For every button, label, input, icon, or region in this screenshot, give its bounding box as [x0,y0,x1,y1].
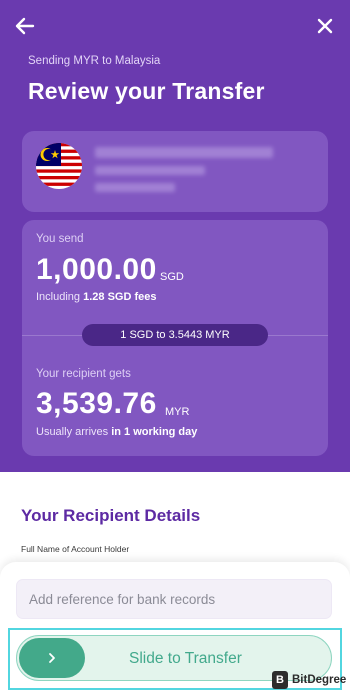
malaysia-flag-icon [36,143,82,189]
fees-value: 1.28 SGD fees [83,291,157,303]
bitdegree-text: BitDegree [292,674,347,686]
receive-amount: 3,539.76 [36,387,157,420]
bitdegree-logo: B [272,671,288,689]
slide-to-transfer-label: Slide to Transfer [129,650,242,667]
recipient-details-title: Your Recipient Details [21,506,201,525]
redacted-recipient-account [95,183,175,192]
chevron-right-icon [49,653,55,663]
arrival-info: Usually arrives in 1 working day [36,426,197,438]
redacted-recipient-name [95,147,273,158]
slider-knob[interactable] [19,638,85,678]
send-currency: SGD [160,271,184,283]
receive-currency: MYR [165,406,190,418]
fees-prefix: Including [36,291,81,303]
account-holder-label: Full Name of Account Holder [21,544,130,554]
amount-card: You send 1,000.00 SGD Including 1.28 SGD… [22,220,328,456]
exchange-rate-badge: 1 SGD to 3.5443 MYR [82,324,268,346]
reference-input[interactable] [16,579,332,619]
transfer-summary-header: Sending MYR to Malaysia Review your Tran… [0,0,350,472]
transfer-subtitle: Sending MYR to Malaysia [28,55,161,67]
redacted-recipient-bank [95,166,205,175]
arrival-prefix: Usually arrives [36,426,109,438]
send-label: You send [36,233,84,245]
arrival-value: in 1 working day [111,426,198,438]
send-amount: 1,000.00 [36,253,157,286]
bitdegree-watermark: B BitDegree [272,670,346,690]
page-title: Review your Transfer [28,78,265,104]
recipient-card[interactable] [22,131,328,212]
receive-label: Your recipient gets [36,368,131,380]
close-icon[interactable] [313,14,337,38]
back-arrow-icon[interactable] [13,14,37,38]
send-fees: Including 1.28 SGD fees [36,291,156,303]
